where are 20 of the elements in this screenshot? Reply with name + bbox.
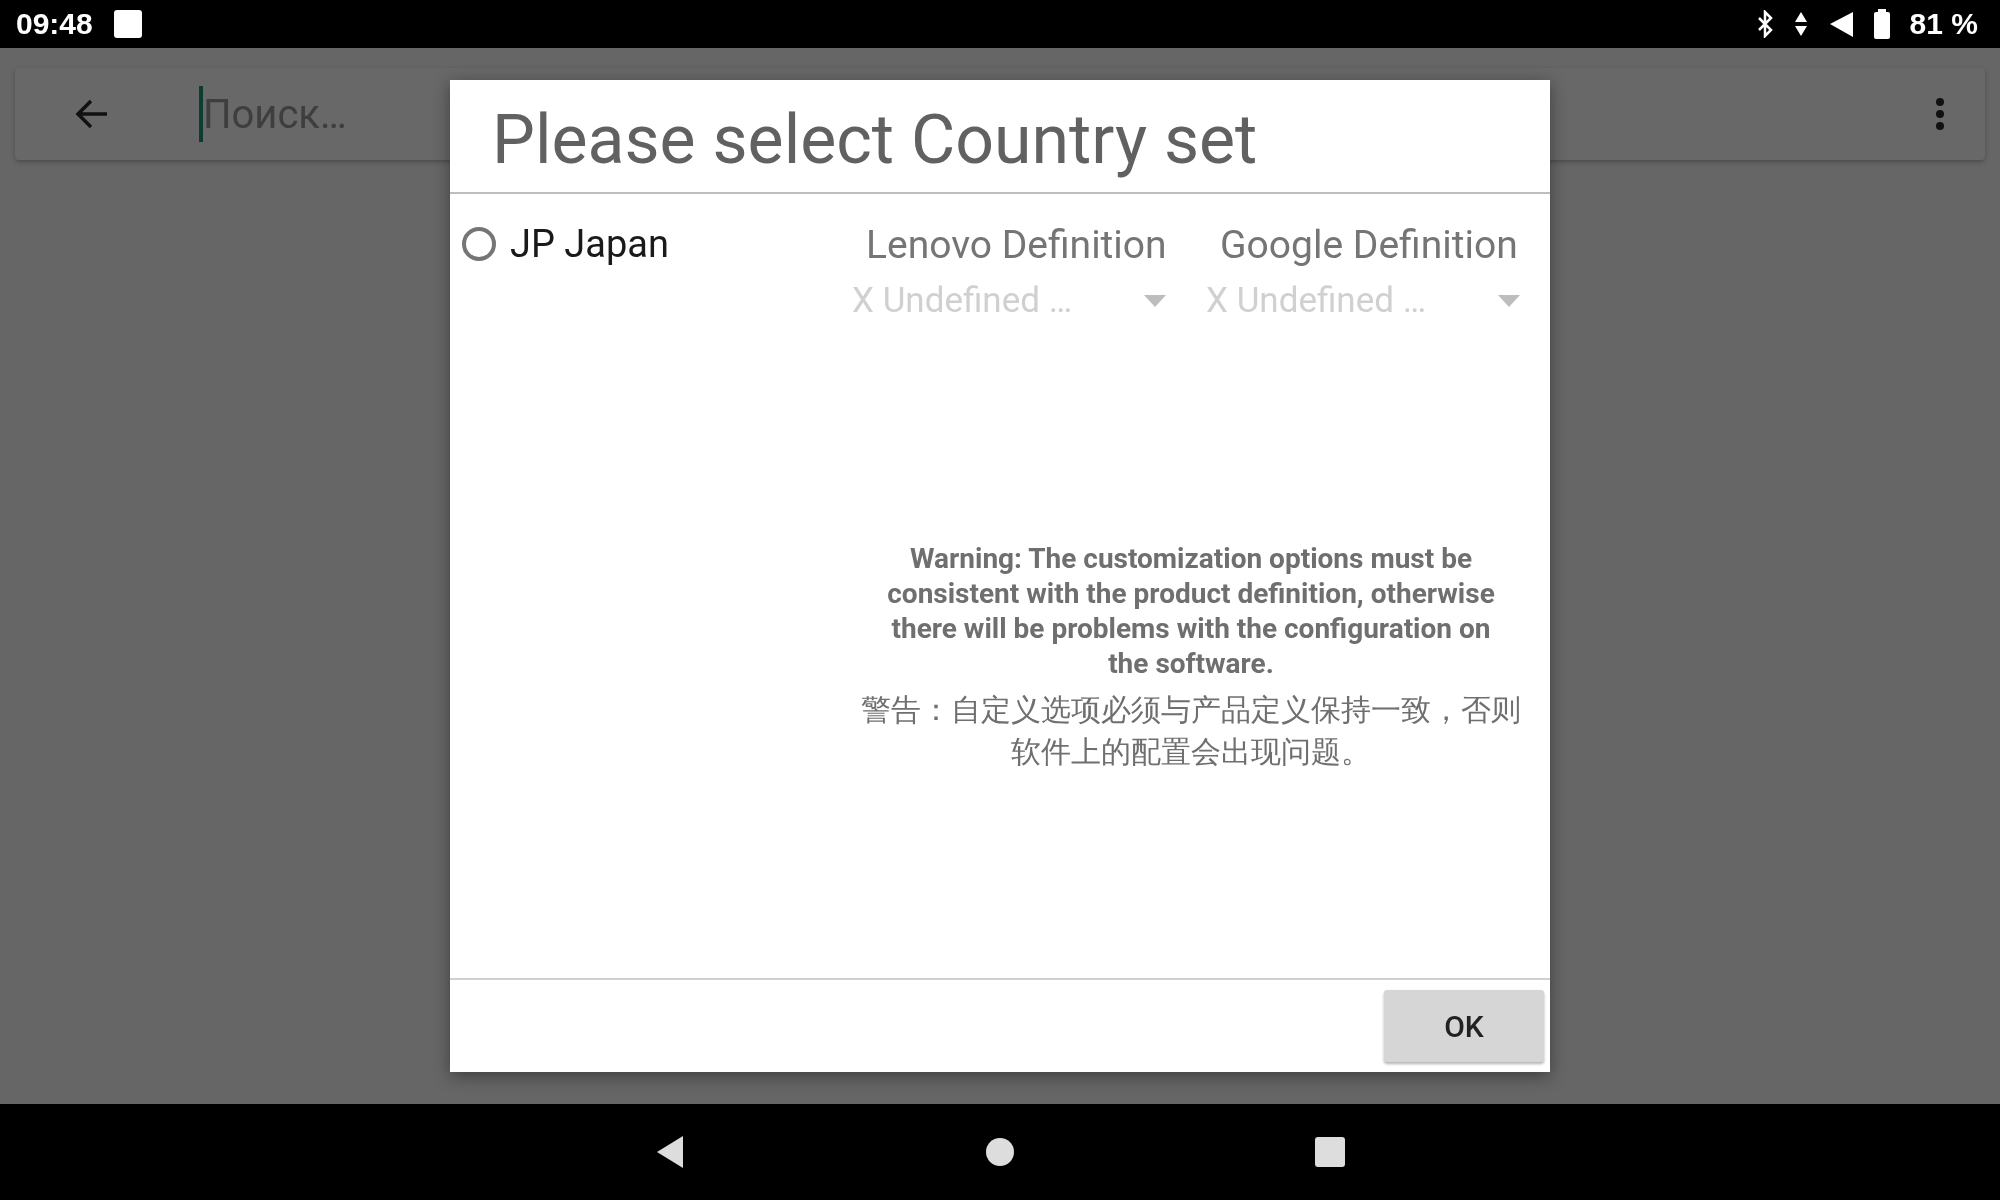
text-cursor bbox=[199, 86, 203, 142]
more-options-icon[interactable] bbox=[1935, 97, 1945, 131]
dialog-title: Please select Country set bbox=[450, 80, 1550, 194]
notification-icon bbox=[112, 9, 143, 39]
back-triangle-icon[interactable] bbox=[655, 1135, 685, 1169]
data-arrows-icon bbox=[1793, 11, 1808, 37]
clock: 09:48 bbox=[16, 7, 93, 41]
dropdown-triangle-icon bbox=[1498, 294, 1520, 307]
back-arrow-icon[interactable] bbox=[75, 98, 109, 130]
bluetooth-icon bbox=[1755, 10, 1774, 38]
dropdown-triangle-icon bbox=[1144, 294, 1166, 307]
home-circle-icon[interactable] bbox=[985, 1137, 1015, 1167]
column-header: Google Definition bbox=[1219, 222, 1519, 268]
battery-icon bbox=[1873, 9, 1890, 39]
country-radio[interactable]: JP Japan bbox=[462, 222, 669, 266]
ok-button[interactable]: OK bbox=[1384, 990, 1544, 1062]
battery-percent: 81 % bbox=[1909, 7, 1978, 41]
warning-text: Warning: The customization options must be consistent with the product definition, otherwise there will be problems with the configuration on the software. bbox=[886, 541, 1496, 681]
warning-text-chinese: 警告：自定义选项必须与产品定义保持一致，否则软件上的配置会出现问题。 bbox=[860, 691, 1522, 771]
column-header: Lenovo Definition bbox=[865, 222, 1168, 268]
